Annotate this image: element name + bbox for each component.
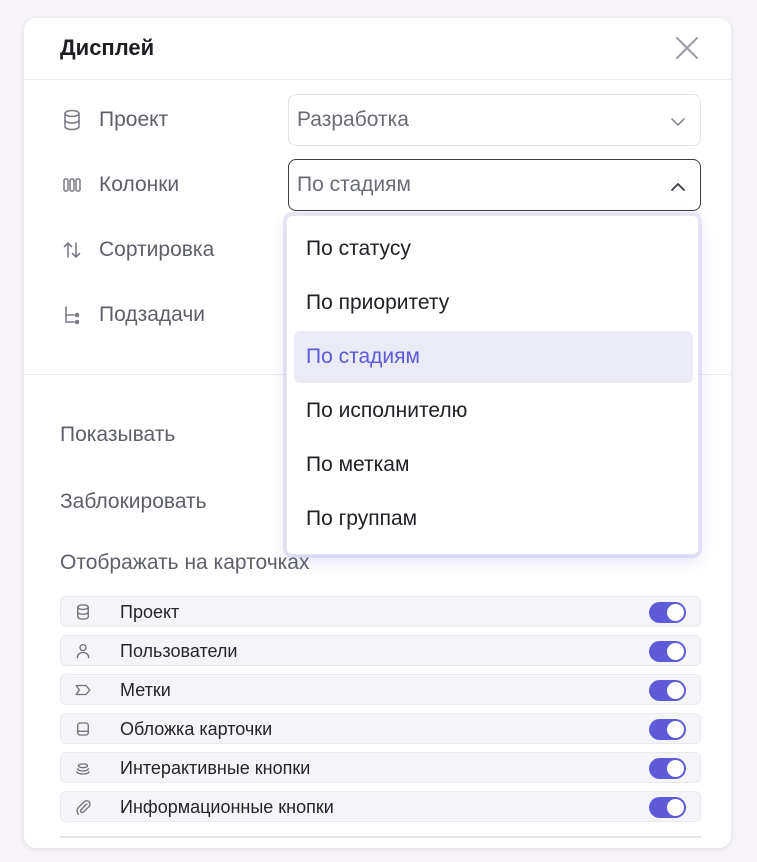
close-icon	[676, 37, 698, 59]
columns-select[interactable]: По стадиям	[288, 159, 701, 211]
card-field-toggle-interactive-buttons[interactable]	[649, 758, 686, 779]
card-display-label: Отображать на карточках	[60, 551, 310, 574]
card-field-row: Метки	[60, 674, 701, 705]
toggle-knob	[667, 799, 684, 816]
user-icon	[74, 642, 92, 660]
card-field-label: Метки	[120, 680, 171, 700]
lock-label: Заблокировать	[60, 490, 207, 513]
sorting-label: Сортировка	[99, 238, 215, 261]
stack-icon	[74, 759, 92, 777]
project-label: Проект	[99, 108, 169, 131]
card-field-row: Информационные кнопки	[60, 791, 701, 822]
setting-row-columns: Колонки По стадиям	[60, 159, 701, 211]
card-field-toggle-info-buttons[interactable]	[649, 797, 686, 818]
dropdown-option-priority[interactable]: По приоритету	[294, 277, 693, 329]
setting-row-project: Проект Разработка	[60, 94, 701, 146]
card-cover-icon	[74, 720, 92, 738]
card-field-label: Проект	[120, 602, 180, 622]
dropdown-option-stages[interactable]: По стадиям	[294, 331, 693, 383]
database-icon	[74, 603, 92, 621]
columns-select-value: По стадиям	[297, 173, 411, 196]
close-button[interactable]	[674, 35, 700, 61]
card-field-label: Пользователи	[120, 641, 238, 661]
dialog-header: Дисплей	[24, 18, 731, 80]
show-label: Показывать	[60, 423, 176, 446]
card-field-toggle-tags[interactable]	[649, 680, 686, 701]
chevron-up-icon	[670, 179, 686, 195]
card-field-toggle-cover[interactable]	[649, 719, 686, 740]
dropdown-option-status[interactable]: По статусу	[294, 223, 693, 275]
chevron-down-icon	[670, 114, 686, 130]
toggle-knob	[667, 682, 684, 699]
database-icon	[60, 108, 84, 132]
card-field-row: Обложка карточки	[60, 713, 701, 744]
columns-dropdown-menu: По статусу По приоритету По стадиям По и…	[286, 215, 699, 555]
toggle-knob	[667, 760, 684, 777]
sort-icon	[60, 238, 84, 262]
display-settings-dialog: Дисплей Проект Разработка Колонки По ста…	[24, 18, 731, 848]
card-field-toggle-users[interactable]	[649, 641, 686, 662]
subtasks-icon	[60, 303, 84, 327]
card-field-toggle-project[interactable]	[649, 602, 686, 623]
toggle-knob	[667, 721, 684, 738]
card-field-row: Проект	[60, 596, 701, 627]
card-field-label: Обложка карточки	[120, 719, 273, 739]
card-field-row: Интерактивные кнопки	[60, 752, 701, 783]
subtasks-label: Подзадачи	[99, 303, 206, 326]
project-select-value: Разработка	[297, 108, 409, 131]
scroll-edge-line	[60, 836, 701, 838]
card-field-row: Пользователи	[60, 635, 701, 666]
tag-icon	[74, 681, 92, 699]
columns-icon	[60, 173, 84, 197]
dropdown-option-assignee[interactable]: По исполнителю	[294, 385, 693, 437]
project-select[interactable]: Разработка	[288, 94, 701, 146]
card-field-label: Интерактивные кнопки	[120, 758, 311, 778]
dialog-title: Дисплей	[60, 35, 155, 60]
columns-label: Колонки	[99, 173, 180, 196]
dropdown-option-groups[interactable]: По группам	[294, 493, 693, 545]
toggle-knob	[667, 643, 684, 660]
card-field-label: Информационные кнопки	[120, 797, 334, 817]
toggle-knob	[667, 604, 684, 621]
paperclip-icon	[74, 798, 92, 816]
dropdown-option-tags[interactable]: По меткам	[294, 439, 693, 491]
